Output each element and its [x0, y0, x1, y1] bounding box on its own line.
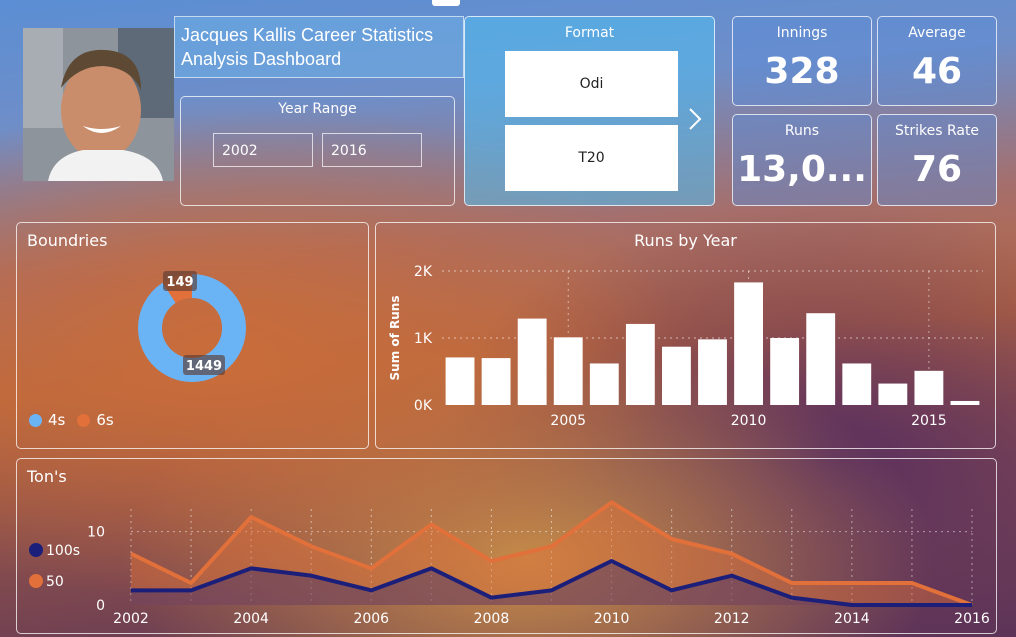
y-tick-label: 0 [96, 598, 105, 614]
x-tick-label: 2014 [834, 611, 870, 627]
year-range-slicer: Year Range 2002 2016 [180, 96, 455, 206]
legend-100s-swatch-icon [29, 543, 43, 557]
bar-2003 [481, 358, 511, 405]
kpi-average-label: Average [908, 25, 966, 41]
tons-card: Ton's 0 10 2002 2004 2006 2008 2010 2012 2014 201… [16, 458, 997, 634]
legend-6s-label: 6s [96, 411, 114, 429]
player-photo [23, 28, 174, 181]
x-tick-label: 2008 [474, 611, 510, 627]
y-tick-label: 0K [414, 398, 433, 414]
x-tick-label: 2006 [353, 611, 389, 627]
kpi-strike-rate: Strikes Rate 76 [877, 114, 997, 206]
x-tick-label: 2005 [550, 413, 586, 429]
bar-2012 [806, 313, 836, 405]
format-option-odi[interactable]: Odi [505, 51, 678, 117]
bar-2009 [698, 339, 727, 405]
bar-2016 [950, 400, 980, 405]
kpi-strike-rate-value: 76 [911, 149, 963, 190]
boundaries-card: Boundries 1449 149 4s 6s [16, 222, 369, 449]
bar-2002 [445, 357, 475, 405]
legend-50-label: 50 [46, 574, 64, 590]
year-from-input[interactable]: 2002 [213, 133, 313, 167]
y-tick-label: 1K [414, 331, 433, 347]
dashboard-title: Jacques Kallis Career Statistics Analysi… [174, 16, 464, 78]
bar-2008 [662, 346, 691, 405]
kpi-average-value: 46 [911, 51, 963, 92]
bar-2015 [914, 370, 944, 405]
kpi-average: Average 46 [877, 16, 997, 106]
tons-chart: 0 10 2002 2004 2006 2008 2010 2012 2014 2016 100s 5… [29, 500, 990, 627]
format-option-t20[interactable]: T20 [505, 125, 678, 191]
player-photo-image [23, 28, 174, 181]
legend-50-swatch-icon [29, 574, 43, 588]
x-tick-label: 2002 [113, 611, 149, 627]
chevron-right-icon[interactable] [688, 107, 702, 137]
y-axis-label: Sum of Runs [388, 296, 402, 381]
runs-by-year-chart: 0K 1K 2K 2005 2010 2015 Sum of Runs [388, 264, 983, 429]
kpi-runs-label: Runs [784, 123, 820, 139]
kpi-innings: Innings 328 [732, 16, 872, 106]
year-range-title: Year Range [278, 101, 357, 117]
x-tick-label: 2016 [954, 611, 990, 627]
x-tick-label: 2004 [233, 611, 269, 627]
runs-by-year-card: Runs by Year 0K 1K 2K 2005 2010 2015 Sum of Ru… [375, 222, 996, 449]
bar-2014 [878, 383, 908, 405]
x-tick-label: 2010 [594, 611, 630, 627]
x-tick-label: 2012 [714, 611, 750, 627]
y-tick-label: 10 [87, 525, 105, 541]
bar-2005 [553, 337, 583, 405]
x-tick-label: 2010 [731, 413, 767, 429]
legend-4s-swatch-icon [29, 413, 42, 427]
bar-2007 [625, 323, 655, 405]
bar-2004 [517, 318, 547, 405]
donut-label-4s: 1449 [186, 359, 222, 374]
x-tick-label: 2015 [911, 413, 947, 429]
boundaries-legend: 4s 6s [29, 411, 114, 429]
kpi-innings-label: Innings [776, 25, 828, 41]
format-title: Format [564, 25, 615, 41]
legend-4s-label: 4s [48, 411, 66, 429]
kpi-runs-value: 13,0... [737, 149, 867, 190]
legend-100s-label: 100s [46, 543, 80, 559]
kpi-runs: Runs 13,0... [732, 114, 872, 206]
kpi-strike-rate-label: Strikes Rate [894, 123, 980, 139]
bar-2011 [770, 338, 800, 405]
format-slicer: Format Odi T20 [464, 16, 715, 206]
legend-6s-swatch-icon [77, 413, 91, 427]
bar-2013 [842, 363, 872, 405]
bar-2006 [589, 363, 619, 405]
y-tick-label: 2K [414, 264, 433, 280]
focus-marker [432, 0, 460, 6]
kpi-innings-value: 328 [764, 51, 840, 92]
year-to-input[interactable]: 2016 [322, 133, 422, 167]
donut-label-6s: 149 [166, 275, 193, 290]
